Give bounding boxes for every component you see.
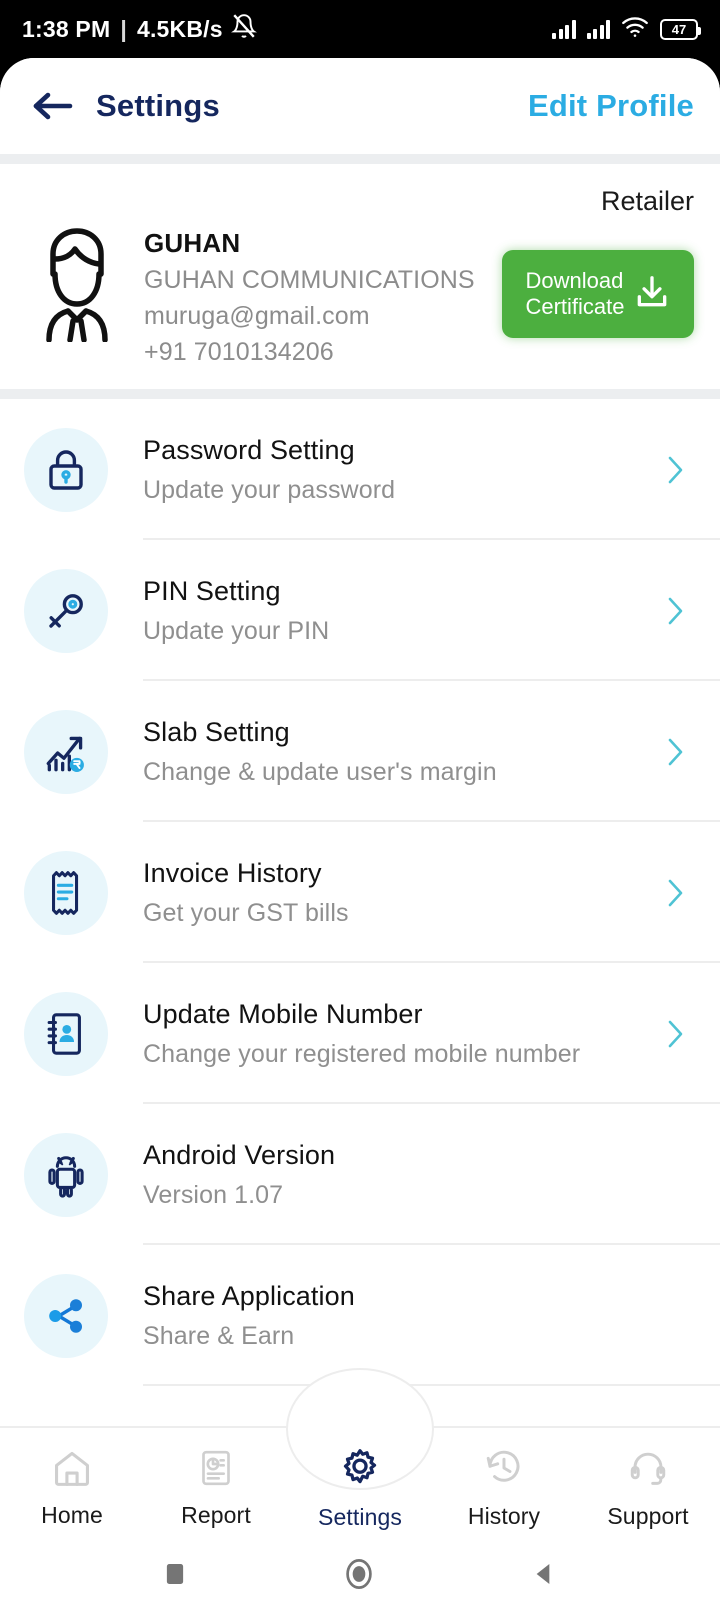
settings-row-title: Android Version [143,1139,336,1170]
history-clock-icon [483,1447,525,1494]
status-bar-right: 47 [552,16,701,43]
status-time: 1:38 PM [22,15,111,42]
settings-row-title: Update Mobile Number [143,998,423,1029]
settings-row-subtitle: Update your PIN [143,616,330,645]
settings-row-subtitle: Version 1.07 [143,1180,284,1209]
phone-screen: 1:38 PM | 4.5KB/s 47 Settings Edit Profi… [0,0,720,1600]
profile-phone: +91 7010134206 [144,338,334,366]
app-top-bar: Settings Edit Profile [0,58,720,154]
edit-profile-button[interactable]: Edit Profile [528,88,694,124]
settings-row-title: Slab Setting [143,716,290,747]
settings-row-subtitle: Share & Earn [143,1321,295,1350]
download-certificate-button[interactable]: Download Certificate [502,250,694,338]
headset-support-icon [627,1447,669,1494]
download-icon [633,273,671,316]
profile-divider [0,389,720,399]
share-nodes-icon [24,1273,108,1358]
square-recents-icon[interactable] [160,1559,190,1589]
bell-mute-icon [230,13,257,45]
chevron-right-icon[interactable] [652,1017,698,1051]
report-icon [196,1448,236,1493]
receipt-icon [24,850,108,935]
settings-row-text: Update Mobile Number Change your registe… [143,999,652,1069]
settings-row-slab[interactable]: Slab Setting Change & update user's marg… [0,681,720,822]
settings-row-subtitle: Update your password [143,475,396,504]
lock-icon [24,427,108,512]
download-label-line2: Certificate [525,294,625,319]
network-speed: 4.5KB/s [136,15,223,42]
nav-item-support[interactable]: Support [576,1447,720,1530]
download-label-line1: Download [525,268,624,294]
settings-row-text: PIN Setting Update your PIN [143,576,652,646]
home-icon [50,1448,94,1493]
settings-row-subtitle: Get your GST bills [143,898,349,927]
nav-label-report: Report [181,1501,251,1528]
row-separator [143,1384,720,1386]
top-divider [0,154,720,164]
chevron-right-icon[interactable] [652,453,698,487]
nav-item-settings[interactable]: Settings [288,1446,432,1531]
settings-row-text: Invoice History Get your GST bills [143,858,652,928]
android-system-nav [0,1548,720,1600]
page-title: Settings [96,88,220,123]
nav-label-history: History [467,1502,541,1529]
nav-label-settings: Settings [318,1503,402,1530]
download-certificate-label: Download Certificate [525,268,624,320]
settings-row-password[interactable]: Password Setting Update your password [0,399,720,540]
settings-list: Password Setting Update your password PI… [0,399,720,1386]
chevron-right-icon[interactable] [652,876,698,910]
settings-row-title: Invoice History [143,857,322,888]
settings-row-subtitle: Change your registered mobile number [143,1039,581,1068]
settings-row-pin[interactable]: PIN Setting Update your PIN [0,540,720,681]
settings-row-title: PIN Setting [143,575,281,606]
android-robot-icon [24,1132,108,1217]
nav-item-home[interactable]: Home [0,1448,144,1529]
nav-label-support: Support [607,1502,689,1529]
user-avatar-icon [24,222,130,343]
app-card: Settings Edit Profile Retailer GUHAN GUH… [0,58,720,1548]
profile-business: GUHAN COMMUNICATIONS [144,266,475,294]
settings-row-subtitle: Change & update user's margin [143,757,497,786]
chevron-right-icon[interactable] [652,594,698,628]
role-badge: Retailer [600,186,694,216]
gear-icon [338,1446,382,1495]
settings-row-android-version: Android Version Version 1.07 [0,1104,720,1245]
settings-row-invoice[interactable]: Invoice History Get your GST bills [0,822,720,963]
settings-row-title: Share Application [143,1280,355,1311]
signal-bars-icon [586,19,610,39]
settings-row-title: Password Setting [143,434,355,465]
profile-email: muruga@gmail.com [144,302,370,330]
settings-row-text: Password Setting Update your password [143,435,652,505]
status-bar-left: 1:38 PM | 4.5KB/s [22,13,257,45]
profile-name: GUHAN [144,228,241,258]
nav-item-history[interactable]: History [432,1447,576,1530]
nav-item-report[interactable]: Report [144,1448,288,1529]
settings-row-share[interactable]: Share Application Share & Earn [0,1245,720,1386]
growth-chart-rupee-icon [24,709,108,794]
triangle-back-icon[interactable] [528,1558,560,1590]
battery-level: 47 [671,21,687,37]
bottom-navigation: Home Report Settings History Support [0,1368,720,1548]
signal-bars-icon [552,19,576,39]
settings-row-text: Share Application Share & Earn [143,1281,652,1351]
back-arrow-icon[interactable] [26,80,78,132]
status-bar: 1:38 PM | 4.5KB/s 47 [0,0,720,58]
status-separator: | [120,15,127,42]
nav-label-home: Home [41,1501,103,1528]
wifi-icon [621,16,649,43]
contact-book-icon [24,991,108,1076]
profile-info: GUHAN GUHAN COMMUNICATIONS muruga@gmail.… [144,228,475,367]
settings-row-text: Slab Setting Change & update user's marg… [143,717,652,787]
circle-home-icon[interactable] [340,1555,378,1593]
settings-row-text: Android Version Version 1.07 [143,1140,652,1210]
key-icon [24,568,108,653]
chevron-right-icon[interactable] [652,735,698,769]
settings-row-mobile[interactable]: Update Mobile Number Change your registe… [0,963,720,1104]
profile-section: Retailer GUHAN GUHAN COMMUNICATIONS muru… [0,164,720,389]
battery-icon: 47 [660,18,701,40]
